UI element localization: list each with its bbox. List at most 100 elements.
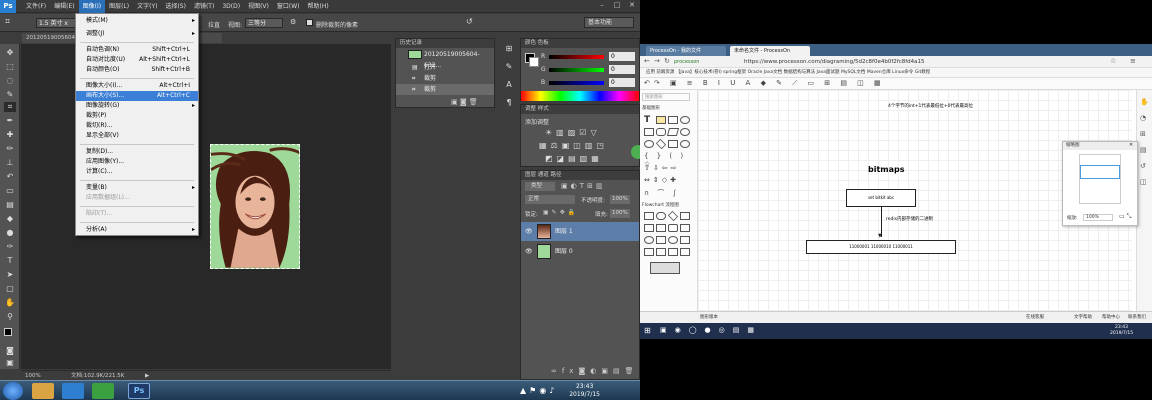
adjustment-icons-row3[interactable]: ◩◪▤▧▦ (545, 154, 603, 163)
menu-view[interactable]: 视图(V) (244, 0, 273, 13)
merge-shape-icon[interactable] (644, 248, 654, 256)
menu-select[interactable]: 选择(S) (161, 0, 190, 13)
toolbar-icons[interactable]: ↶↷ ▣ ≡ B I U A ◆ ✎ ⟋ ▭ ⊞ ▤ ◫ ▦ (644, 79, 885, 88)
status-online-service[interactable]: 在线客服 (1026, 314, 1044, 320)
stamp-tool-icon[interactable]: ⊥ (4, 158, 16, 168)
browser-tab-active[interactable]: 未命名文件 - ProcessOn (730, 46, 810, 56)
connector-shape-icon[interactable] (644, 236, 654, 244)
menu-item-analysis[interactable]: 分析(A) ▸ (76, 225, 198, 235)
path-select-icon[interactable]: ➤ (4, 270, 16, 280)
shape-section-flowchart[interactable]: Flowchart 流程图 (642, 202, 679, 208)
menu-item-image-size[interactable]: 图像大小(I)... Alt+Ctrl+I (76, 81, 198, 91)
paragraph-icon[interactable]: ¶ (503, 98, 515, 108)
hexagon-shape-icon[interactable] (668, 140, 678, 148)
reset-icon[interactable]: ↺ (466, 17, 473, 26)
shape-section-basic[interactable]: 基础图形 (642, 105, 660, 111)
history-row[interactable]: ⌗ 裁剪 (396, 73, 494, 84)
diamond-shape-icon[interactable] (655, 138, 667, 150)
circle-shape-icon[interactable] (680, 140, 690, 148)
diagram-box-command[interactable]: set bitkit abc (846, 189, 916, 207)
marquee-tool-icon[interactable]: ⬚ (4, 62, 16, 72)
red-value[interactable]: 0 (609, 52, 635, 61)
shape-tool-icon[interactable]: ▢ (4, 284, 16, 294)
manual-input-shape-icon[interactable] (680, 224, 690, 232)
menu-icon[interactable]: ≡ (1130, 57, 1136, 65)
straighten-label[interactable]: 拉直 (208, 20, 220, 29)
fit-icon[interactable]: ▭ ⤡ (1119, 213, 1131, 221)
menu-item-canvas-size[interactable]: 画布大小(S)... Alt+Ctrl+C (76, 91, 198, 101)
type-tool-icon[interactable]: T (4, 256, 16, 266)
bracket-shapes-icons-2[interactable]: ∩ ⌒ ∫ (644, 188, 679, 198)
delay-shape-icon[interactable] (668, 248, 678, 256)
start-button[interactable] (3, 382, 23, 400)
crop-ratio-select[interactable]: 1.5 英寸 x (36, 18, 80, 28)
history-row[interactable]: ⌗ 裁剪 (396, 84, 494, 95)
database-shape-icon[interactable] (668, 236, 678, 244)
menu-file[interactable]: 文件(F) (22, 0, 50, 13)
dodge-tool-icon[interactable]: ● (4, 228, 16, 238)
menu-help[interactable]: 帮助(H) (304, 0, 333, 13)
character-icon[interactable]: A (503, 80, 515, 90)
layers-tabs[interactable]: 图层 通道 路径 (521, 171, 639, 180)
diagram-note[interactable]: 4个字节的int+1代表最低位+0代表最高位 (888, 103, 973, 109)
clock[interactable]: 23:43 2019/7/15 (569, 383, 600, 399)
collate-shape-icon[interactable] (650, 262, 680, 274)
status-text-help[interactable]: 文字帮助 (1074, 314, 1092, 320)
brush-tool-icon[interactable]: ✏ (4, 144, 16, 154)
menu-item-trim[interactable]: 裁切(R)... (76, 121, 198, 131)
menu-item-auto-tone[interactable]: 自动色调(N) Shift+Ctrl+L (76, 45, 198, 55)
bookmarks-bar[interactable]: 应用 前端资源 【Java】核心技术(卷I) spring框架 Oracle J… (640, 68, 1152, 78)
close-icon[interactable]: ✕ (626, 1, 638, 10)
lock-icons[interactable]: ▣✎✥🔒 (543, 209, 578, 216)
document-shape-icon[interactable] (644, 224, 654, 232)
menu-item-apply-image[interactable]: 应用图像(Y)... (76, 157, 198, 167)
screen-mode-icon[interactable]: ▣ (4, 358, 16, 368)
background-swatch[interactable] (529, 57, 539, 67)
loop-shape-icon[interactable] (680, 248, 690, 256)
shape-search-input[interactable]: 搜索图形 (642, 93, 690, 101)
history-snapshot[interactable]: 20120519005604-632... (396, 49, 494, 69)
pen-tool-icon[interactable]: ✑ (4, 242, 16, 252)
menu-item-duplicate[interactable]: 复制(D)... (76, 147, 198, 157)
predefined-shape-icon[interactable] (656, 224, 666, 232)
lasso-tool-icon[interactable]: ◌ (4, 76, 16, 86)
second-clock[interactable]: 23:43 2019/7/15 (1110, 325, 1133, 337)
menu-layer[interactable]: 图层(L) (105, 0, 133, 13)
blur-tool-icon[interactable]: ◆ (4, 214, 16, 224)
document-image[interactable] (210, 144, 300, 269)
zoom-input[interactable]: 100% (1083, 214, 1113, 221)
url-input[interactable]: https://www.processon.com/diagraming/5d2… (744, 58, 1084, 66)
menu-3d[interactable]: 3D(D) (218, 0, 244, 13)
circle-shape-icon[interactable] (680, 128, 690, 136)
blue-gradient[interactable] (549, 81, 604, 85)
menu-item-auto-color[interactable]: 自动颜色(O) Shift+Ctrl+B (76, 65, 198, 75)
back-icon[interactable]: ← (644, 57, 650, 65)
eraser-tool-icon[interactable]: ▭ (4, 186, 16, 196)
windows-start-icon[interactable]: ⊞ (644, 326, 651, 335)
green-gradient[interactable] (549, 68, 604, 72)
healing-brush-icon[interactable]: ✚ (4, 130, 16, 140)
crop-tool-icon[interactable]: ⌗ (5, 17, 10, 27)
red-gradient[interactable] (549, 55, 604, 59)
explorer-icon[interactable] (32, 383, 54, 399)
adjustments-tabs[interactable]: 调整 样式 (521, 105, 639, 114)
rect-shape-icon[interactable] (668, 116, 678, 124)
photoshop-taskbar-icon[interactable]: Ps (128, 383, 150, 399)
color-spectrum[interactable] (521, 91, 639, 101)
layer-row[interactable]: 👁 图层 1 (521, 222, 639, 241)
layer-kind-filter[interactable]: 类型 (525, 182, 555, 191)
properties-icon[interactable]: ✎ (503, 62, 515, 72)
opacity-input[interactable]: 100% (610, 195, 630, 204)
bookmarks-text[interactable]: 应用 前端资源 【Java】核心技术(卷I) spring框架 Oracle J… (640, 70, 930, 75)
menu-item-adjustments[interactable]: 调整(J) ▸ (76, 29, 198, 39)
navigator-preview[interactable] (1079, 154, 1121, 204)
terminator-shape-icon[interactable] (656, 212, 666, 220)
menu-image[interactable]: 图像(I) (78, 0, 106, 13)
tray-icons[interactable]: ▲⚑◉♪ (520, 386, 557, 395)
menu-item-image-rotation[interactable]: 图像旋转(G) ▸ (76, 101, 198, 111)
eyedropper-icon[interactable]: ✒ (4, 116, 16, 126)
menu-edit[interactable]: 编辑(E) (50, 0, 78, 13)
visibility-eye-icon[interactable]: 👁 (525, 242, 533, 261)
menu-item-calculations[interactable]: 计算(C)... (76, 167, 198, 177)
parallelogram-shape-icon[interactable] (666, 128, 680, 136)
